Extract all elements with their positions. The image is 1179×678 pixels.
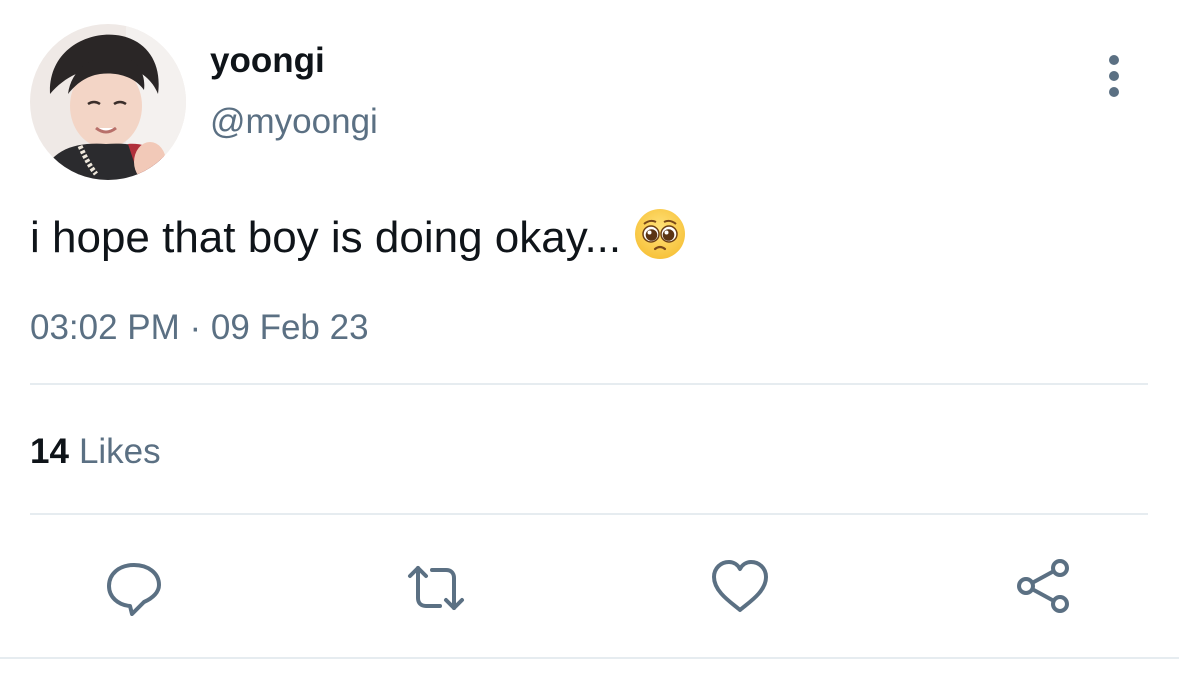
retweet-icon: [408, 566, 464, 610]
likes-count: 14: [30, 432, 69, 471]
share-button[interactable]: [1012, 556, 1076, 620]
divider: [30, 513, 1148, 515]
tweet-text-content: i hope that boy is doing okay...: [30, 213, 622, 262]
likes-label: Likes: [78, 432, 161, 471]
divider: [30, 383, 1148, 385]
like-button[interactable]: [708, 556, 772, 620]
more-vertical-icon[interactable]: [1098, 54, 1130, 98]
avatar[interactable]: [30, 24, 186, 180]
share-icon: [1017, 559, 1069, 613]
likes-summary[interactable]: 14 Likes: [30, 431, 161, 473]
divider: [0, 657, 1179, 659]
reply-icon: [107, 563, 161, 616]
user-handle[interactable]: @myoongi: [210, 101, 378, 143]
tweet-timestamp[interactable]: 03:02 PM · 09 Feb 23: [30, 307, 369, 349]
display-name[interactable]: yoongi: [210, 40, 325, 82]
heart-icon: [712, 560, 768, 612]
tweet-text: i hope that boy is doing okay...: [30, 207, 687, 265]
reply-button[interactable]: [102, 556, 166, 620]
pleading-face-emoji-icon: [633, 207, 687, 261]
retweet-button[interactable]: [404, 556, 468, 620]
